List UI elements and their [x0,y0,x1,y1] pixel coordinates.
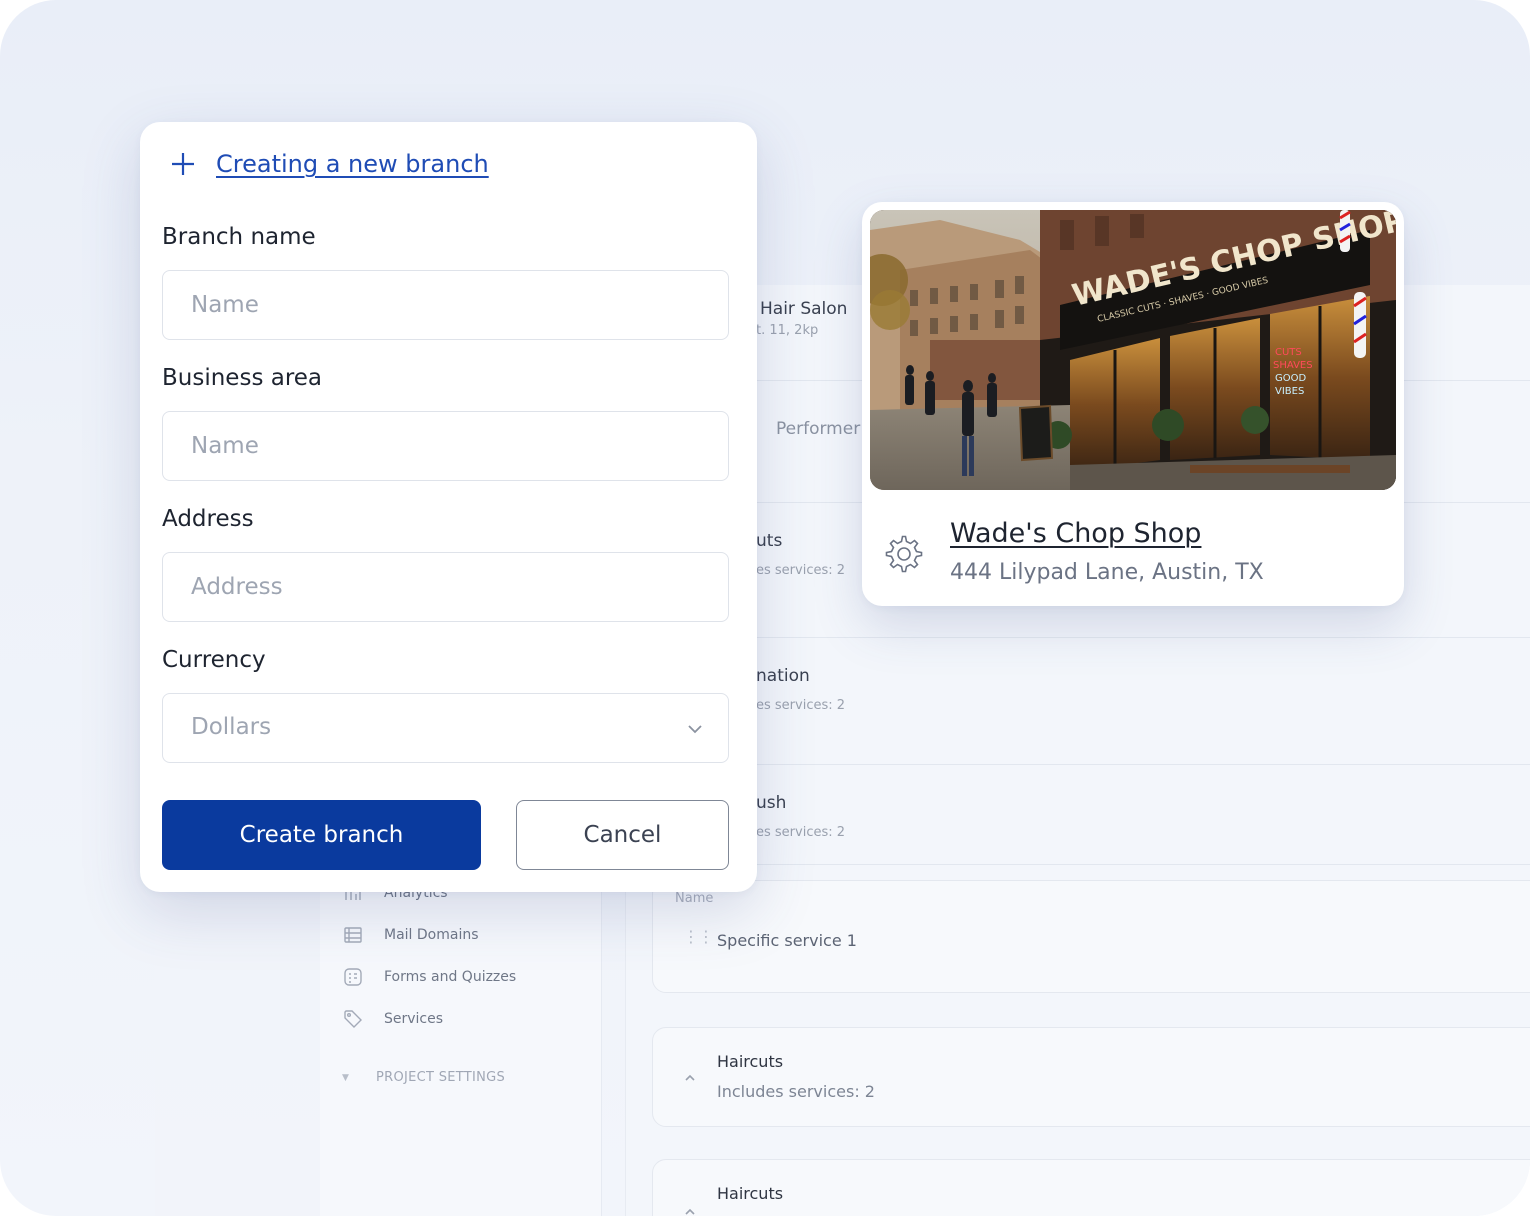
create-branch-dialog: Creating a new branch Branch name Busine… [140,122,757,892]
sidebar-item-label: Mail Domains [384,927,479,943]
sidebar-section-project-settings[interactable]: ▼ PROJECT SETTINGS [342,1070,505,1085]
service-name: Specific service 1 [717,931,857,950]
storefront-photo: WADE'S CHOP SHOP CLASSIC CUTS · SHAVES ·… [870,210,1396,490]
drag-handle-icon[interactable]: ⋮⋮ [683,929,714,945]
list-item-title: nation [756,666,810,686]
sidebar-item-mail-domains[interactable]: Mail Domains [342,920,479,950]
form-icon [342,966,364,988]
chevron-up-icon[interactable] [683,1070,697,1084]
caret-down-icon: ▼ [342,1072,350,1083]
plus-icon [170,151,196,177]
branch-address: 444 Lilypad Lane, Austin, TX [950,560,1264,585]
neon-text: CUTS [1275,347,1302,358]
list-item[interactable]: ush es services: 2 [626,765,1530,865]
list-item-title: ush [756,793,787,813]
address-field-wrapper [162,552,729,622]
address-label: Address [162,506,254,532]
chevron-up-icon[interactable] [683,1204,697,1216]
currency-select[interactable]: Dollars [162,693,729,763]
service-card[interactable]: Haircuts [652,1159,1530,1216]
dialog-title[interactable]: Creating a new branch [216,150,489,178]
neon-text: VIBES [1275,386,1304,397]
sidebar-item-forms[interactable]: Forms and Quizzes [342,962,516,992]
neon-text: GOOD [1275,373,1306,384]
currency-selected-value: Dollars [191,714,272,740]
service-field-label: Name [675,891,714,906]
sidebar-item-label: Services [384,1011,444,1027]
currency-label: Currency [162,647,266,673]
list-item-subtitle: es services: 2 [756,698,846,713]
list-icon [342,924,364,946]
create-branch-button[interactable]: Create branch [162,800,481,870]
tag-icon [342,1008,364,1030]
business-area-field-wrapper [162,411,729,481]
dialog-header: Creating a new branch [170,150,489,178]
list-item[interactable]: nation es services: 2 [626,638,1530,765]
service-card[interactable]: Name ⋮⋮ Specific service 1 [652,880,1530,993]
service-card[interactable]: Haircuts Includes services: 2 [652,1027,1530,1127]
sidebar-section-label: PROJECT SETTINGS [376,1070,506,1085]
branch-name-label: Branch name [162,224,316,250]
sidebar-item-services[interactable]: Services [342,1004,443,1034]
cancel-button[interactable]: Cancel [516,800,729,870]
list-item-title: uts [756,531,783,551]
list-item-subtitle: es services: 2 [756,563,846,578]
branch-card[interactable]: WADE'S CHOP SHOP CLASSIC CUTS · SHAVES ·… [862,202,1404,606]
service-group-title: Haircuts [717,1184,784,1203]
list-item-title: Performer [776,419,861,439]
sidebar: Analytics Mail Domains Forms and Quizzes… [320,860,602,1216]
sidebar-item-label: Forms and Quizzes [384,969,517,985]
service-group-title: Haircuts [717,1052,784,1071]
business-area-label: Business area [162,365,323,391]
business-area-input[interactable] [163,412,728,480]
branch-name-link[interactable]: Wade's Chop Shop [950,518,1201,549]
neon-text: SHAVES [1273,360,1313,371]
chevron-down-icon [686,720,704,738]
branch-name-input[interactable] [163,271,728,339]
service-group-subtitle: Includes services: 2 [717,1082,875,1101]
address-input[interactable] [163,553,728,621]
list-item-subtitle: t. 11, 2kp [756,323,819,338]
list-item-subtitle: es services: 2 [756,825,846,840]
list-item-title: Hair Salon [760,299,848,319]
gear-icon[interactable] [884,534,924,574]
branch-name-field-wrapper [162,270,729,340]
screenshot-canvas: Hair Salon t. 11, 2kp Performer uts es s… [0,0,1530,1216]
